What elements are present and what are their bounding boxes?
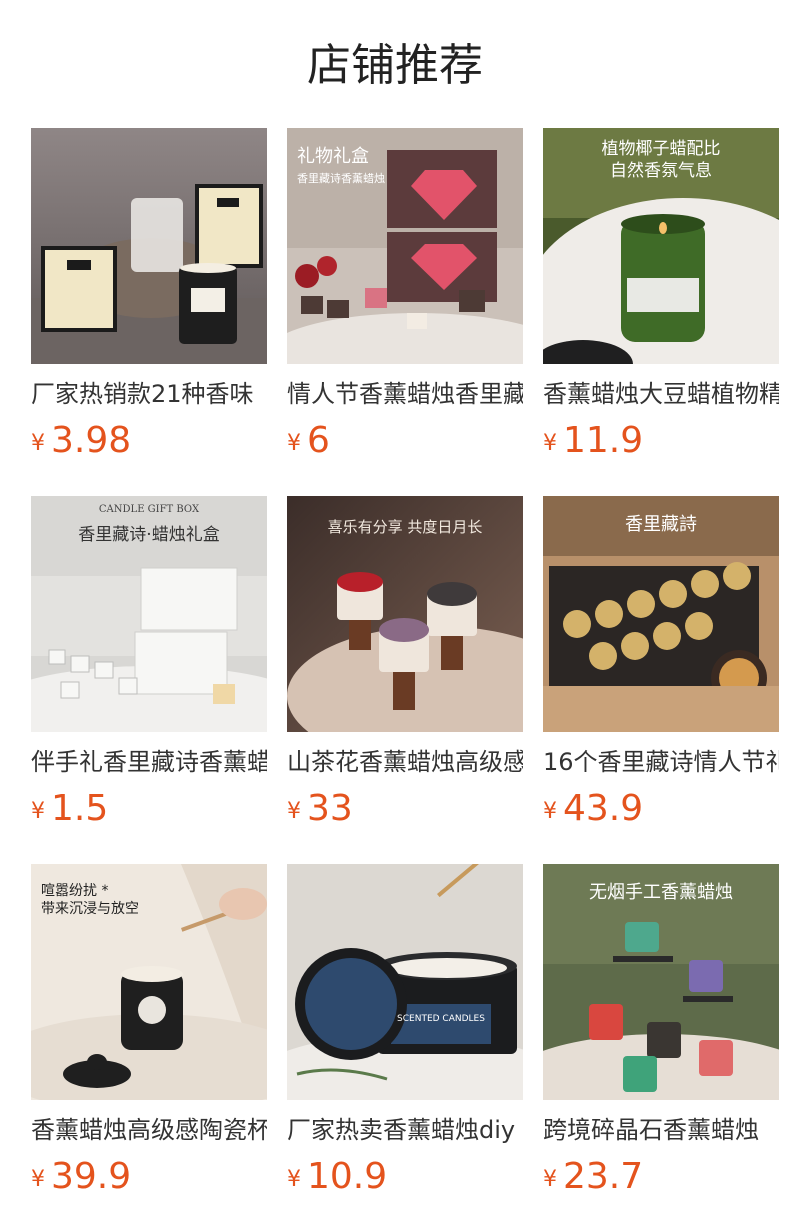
product-image[interactable]: 喜乐有分享 共度日月长 — [287, 496, 523, 732]
price-value: 6 — [307, 420, 330, 461]
product-card[interactable]: 礼物礼盒 香里藏诗香薰蜡烛 情人节香薰蜡烛香里藏 ¥6 — [287, 128, 523, 462]
image-caption: 喜乐有分享 共度日月长 — [327, 518, 483, 536]
product-image[interactable]: SCENTED CANDLES — [287, 864, 523, 1100]
currency-symbol: ¥ — [31, 1167, 45, 1192]
product-name[interactable]: 跨境碎晶石香薰蜡烛 — [543, 1114, 779, 1146]
product-card[interactable]: CANDLE GIFT BOX 香里藏诗·蜡烛礼盒 伴手礼香里藏诗香薰蜡烛 ¥1… — [31, 496, 267, 830]
product-name[interactable]: 山茶花香薰蜡烛高级感 — [287, 746, 523, 778]
product-card[interactable]: SCENTED CANDLES 厂家热卖香薰蜡烛diy ¥10.9 — [287, 864, 523, 1198]
product-image[interactable]: 香里藏詩 — [543, 496, 779, 732]
product-image[interactable]: 喧嚣纷扰 * 带来沉浸与放空 — [31, 864, 267, 1100]
product-name[interactable]: 香薰蜡烛高级感陶瓷杯 — [31, 1114, 267, 1146]
product-price: ¥1.5 — [31, 788, 267, 830]
image-subcaption: 自然香氛气息 — [610, 161, 712, 181]
product-name[interactable]: 伴手礼香里藏诗香薰蜡烛 — [31, 746, 267, 778]
product-price: ¥3.98 — [31, 420, 267, 462]
product-price: ¥43.9 — [543, 788, 779, 830]
product-price: ¥10.9 — [287, 1156, 523, 1198]
product-name[interactable]: 厂家热销款21种香味 — [31, 378, 267, 410]
currency-symbol: ¥ — [287, 799, 301, 824]
product-image[interactable]: 礼物礼盒 香里藏诗香薰蜡烛 — [287, 128, 523, 364]
product-price: ¥6 — [287, 420, 523, 462]
price-value: 3.98 — [51, 420, 132, 461]
image-subcaption: 香里藏诗香薰蜡烛 — [297, 172, 385, 185]
product-name[interactable]: 16个香里藏诗情人节礼盒 — [543, 746, 779, 778]
section-title: 店铺推荐 — [307, 40, 483, 91]
product-card[interactable]: 无烟手工香薰蜡烛 跨境碎晶石香薰蜡烛 ¥23.7 — [543, 864, 779, 1198]
image-caption: 喧嚣纷扰 * — [41, 883, 109, 899]
product-card[interactable]: 厂家热销款21种香味 ¥3.98 — [31, 128, 267, 462]
product-price: ¥33 — [287, 788, 523, 830]
product-price: ¥23.7 — [543, 1156, 779, 1198]
product-image[interactable]: 植物椰子蜡配比 自然香氛气息 — [543, 128, 779, 364]
image-subcaption: CANDLE GIFT BOX — [98, 504, 200, 515]
product-name[interactable]: 香薰蜡烛大豆蜡植物精油 — [543, 378, 779, 410]
image-caption: SCENTED CANDLES — [397, 1014, 485, 1024]
price-value: 33 — [307, 788, 353, 829]
scented-candle-tin-picture — [287, 864, 523, 1100]
product-price: ¥39.9 — [31, 1156, 267, 1198]
currency-symbol: ¥ — [543, 1167, 557, 1192]
currency-symbol: ¥ — [31, 799, 45, 824]
price-value: 11.9 — [563, 420, 644, 461]
currency-symbol: ¥ — [543, 431, 557, 456]
price-value: 39.9 — [51, 1156, 132, 1197]
currency-symbol: ¥ — [287, 431, 301, 456]
image-caption: 礼物礼盒 — [297, 146, 369, 167]
product-card[interactable]: 植物椰子蜡配比 自然香氛气息 香薰蜡烛大豆蜡植物精油 ¥11.9 — [543, 128, 779, 462]
product-name[interactable]: 情人节香薰蜡烛香里藏 — [287, 378, 523, 410]
product-image[interactable]: CANDLE GIFT BOX 香里藏诗·蜡烛礼盒 — [31, 496, 267, 732]
price-value: 1.5 — [51, 788, 109, 829]
product-name[interactable]: 厂家热卖香薰蜡烛diy — [287, 1114, 523, 1146]
candles-gift-boxes-picture — [31, 128, 267, 364]
currency-symbol: ¥ — [287, 1167, 301, 1192]
currency-symbol: ¥ — [31, 431, 45, 456]
product-image[interactable]: 无烟手工香薰蜡烛 — [543, 864, 779, 1100]
product-card[interactable]: 喜乐有分享 共度日月长 山茶花香薰蜡烛高级感 ¥33 — [287, 496, 523, 830]
product-price: ¥11.9 — [543, 420, 779, 462]
product-card[interactable]: 香里藏詩 16个香里藏诗情人节礼盒 ¥43.9 — [543, 496, 779, 830]
currency-symbol: ¥ — [543, 799, 557, 824]
price-value: 23.7 — [563, 1156, 644, 1197]
price-value: 43.9 — [563, 788, 644, 829]
product-image[interactable] — [31, 128, 267, 364]
price-value: 10.9 — [307, 1156, 388, 1197]
product-card[interactable]: 喧嚣纷扰 * 带来沉浸与放空 香薰蜡烛高级感陶瓷杯 ¥39.9 — [31, 864, 267, 1198]
image-subcaption: 带来沉浸与放空 — [41, 901, 139, 917]
image-caption: 香里藏诗·蜡烛礼盒 — [78, 525, 220, 545]
image-caption: 无烟手工香薰蜡烛 — [589, 882, 733, 903]
image-caption: 香里藏詩 — [625, 514, 697, 535]
